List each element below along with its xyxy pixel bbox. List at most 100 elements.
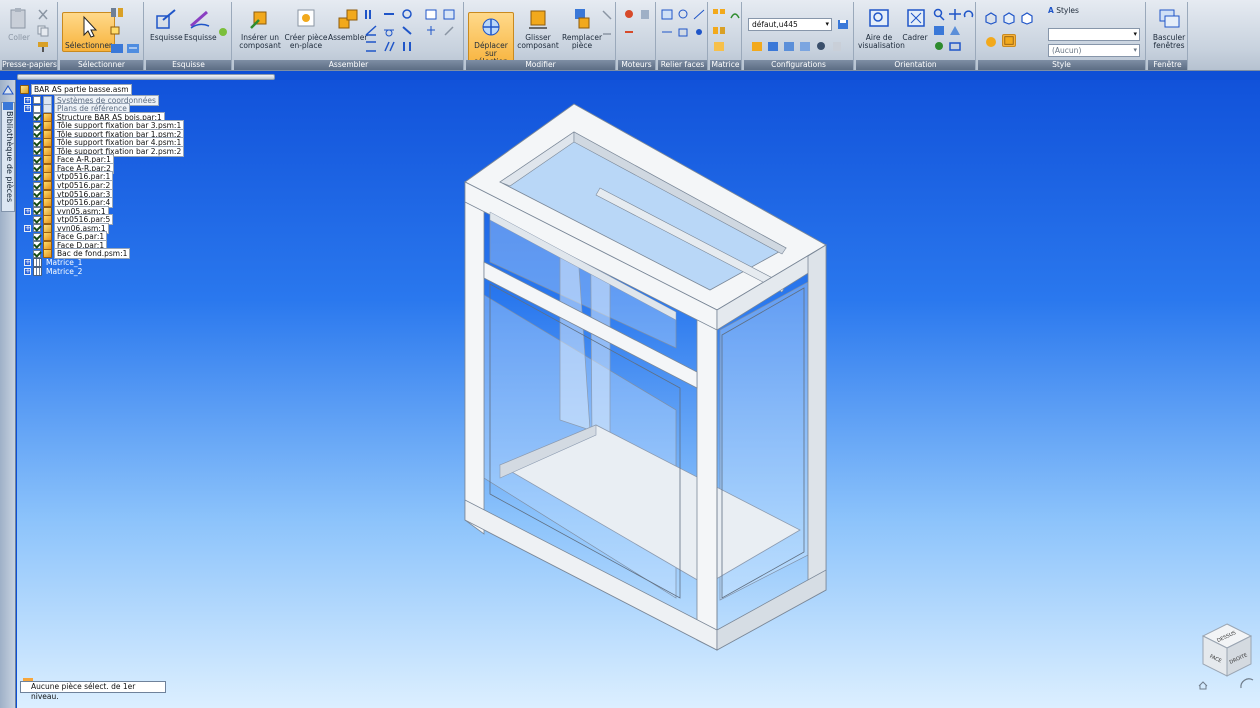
view-style-icon-2[interactable]	[1002, 12, 1016, 25]
face-relate-icon-1[interactable]	[660, 8, 674, 21]
view-style-icon-3[interactable]	[1020, 12, 1034, 25]
select-button[interactable]: Sélectionner	[62, 12, 116, 52]
select-extra-icon[interactable]	[126, 42, 140, 55]
group-label-orientation: Orientation	[856, 60, 975, 70]
expand-icon[interactable]: +	[24, 105, 31, 113]
format-painter-icon[interactable]	[36, 40, 50, 53]
edit-definition-icon[interactable]	[442, 24, 456, 37]
configuration-select[interactable]: défaut,u445 ▾	[748, 18, 832, 31]
modify-extra-icon-2[interactable]	[600, 28, 614, 41]
axial-align-icon[interactable]	[364, 40, 378, 53]
capture-fit-icon[interactable]	[442, 8, 456, 21]
insert-icon[interactable]	[400, 8, 414, 21]
save-configuration-icon[interactable]	[836, 18, 850, 31]
group-label-relate-faces: Relier faces	[658, 60, 707, 70]
tree-item[interactable]: + Matrice_2	[24, 266, 84, 276]
sketch-label-2: Esquisse	[184, 33, 217, 42]
graphics-viewport[interactable]: DESSUS FACE DROITE	[17, 80, 1260, 708]
mirror-icon[interactable]	[712, 24, 726, 37]
orient-icon-3[interactable]	[932, 40, 946, 53]
cam-icon[interactable]	[400, 24, 414, 37]
align-icon[interactable]	[382, 8, 396, 21]
sketch-button-2[interactable]: Esquisse	[184, 6, 217, 42]
style-select-1[interactable]: ▾	[1048, 28, 1140, 41]
paste-button[interactable]: Coller	[6, 6, 32, 42]
switch-windows-button[interactable]: Basculer fenêtres	[1150, 6, 1188, 50]
cursor-arrow-icon	[83, 15, 97, 38]
orient-icon-2[interactable]	[948, 24, 962, 37]
pathfinder-icon[interactable]	[2, 84, 14, 96]
motor-icon[interactable]	[622, 8, 636, 21]
modify-extra-icon[interactable]	[600, 8, 614, 21]
duplicate-icon[interactable]	[712, 40, 726, 53]
config-icon-3[interactable]	[782, 40, 796, 53]
group-assemble: Insérer un composant Créer pièce en-plac…	[234, 2, 464, 70]
group-motors: Moteurs	[618, 2, 656, 70]
fit-button[interactable]: Cadrer	[902, 6, 928, 42]
view-style-icon-1[interactable]	[984, 12, 998, 25]
cut-icon[interactable]	[36, 8, 50, 21]
group-style: A Styles ▾ (Aucun) ▾ Style	[978, 2, 1146, 70]
style-select-2[interactable]: (Aucun) ▾	[1048, 44, 1140, 57]
config-icon-4[interactable]	[798, 40, 812, 53]
relation-assistant-icon[interactable]	[424, 8, 438, 21]
face-relate-icon-6[interactable]	[692, 26, 706, 39]
select-tool-icon[interactable]	[110, 6, 124, 19]
view-area-button[interactable]: Aire de visualisation	[858, 6, 905, 50]
flash-fit-icon[interactable]	[424, 24, 438, 37]
pattern-extra-icon[interactable]	[728, 8, 742, 21]
pattern-icon[interactable]	[712, 8, 726, 21]
group-label-modify: Modifier	[466, 60, 615, 70]
home-icon[interactable]	[1198, 681, 1208, 690]
shaded-edges-icon[interactable]	[1002, 34, 1016, 47]
config-icon-5[interactable]	[814, 40, 828, 53]
expand-icon[interactable]: +	[24, 207, 31, 215]
paste-label: Coller	[8, 33, 30, 42]
tab-parts-library[interactable]: Bibliothèque de pièces	[1, 102, 15, 212]
rotate-view-icon[interactable]	[1240, 678, 1254, 689]
group-window: Basculer fenêtres Fenêtre	[1148, 2, 1188, 70]
orient-icon-1[interactable]	[932, 24, 946, 37]
expand-icon[interactable]: +	[24, 267, 31, 275]
create-inplace-button[interactable]: Créer pièce en-place	[284, 6, 328, 50]
config-icon-2[interactable]	[766, 40, 780, 53]
switch-windows-icon	[1159, 9, 1180, 28]
face-relate-icon-2[interactable]	[676, 8, 690, 21]
sketch-button-1[interactable]: Esquisse	[150, 6, 183, 42]
library-icon[interactable]	[2, 100, 14, 112]
face-relate-icon-5[interactable]	[676, 26, 690, 39]
status-message: Aucune pièce sélect. de 1er niveau.	[20, 678, 166, 701]
select-filter-icon[interactable]	[110, 24, 124, 37]
select-manager-icon[interactable]	[110, 42, 124, 55]
angle-icon[interactable]	[364, 24, 378, 37]
expand-icon[interactable]: +	[24, 96, 31, 104]
motor-extra-icon[interactable]	[622, 26, 636, 39]
mate-icon[interactable]	[364, 8, 378, 21]
zoom-icon[interactable]	[932, 8, 946, 21]
replace-part-button[interactable]: Remplacer pièce	[560, 6, 604, 50]
pathfinder-header[interactable]	[17, 74, 275, 80]
face-relate-icon-3[interactable]	[692, 8, 706, 21]
face-relate-icon-4[interactable]	[660, 26, 674, 39]
tangent-icon[interactable]	[382, 24, 396, 37]
orient-icon-4[interactable]	[948, 40, 962, 53]
simulate-motor-icon[interactable]	[638, 8, 652, 21]
config-icon-6[interactable]	[830, 40, 844, 53]
parallel-icon[interactable]	[382, 40, 396, 53]
tree-root[interactable]: BAR AS partie basse.asm	[20, 83, 132, 95]
view-cube[interactable]: DESSUS FACE DROITE	[1197, 620, 1257, 690]
rotate-icon[interactable]	[962, 8, 976, 21]
assemble-button[interactable]: Assembler	[328, 6, 367, 42]
insert-component-button[interactable]: Insérer un composant	[238, 6, 282, 50]
copy-icon[interactable]	[36, 24, 50, 37]
sketch-extra-icon[interactable]	[216, 26, 230, 39]
expand-icon[interactable]: +	[24, 258, 31, 266]
shaded-icon[interactable]	[984, 36, 998, 49]
group-label-motors: Moteurs	[618, 60, 655, 70]
config-icon-1[interactable]	[750, 40, 764, 53]
drag-component-button[interactable]: Glisser composant	[516, 6, 560, 50]
pan-icon[interactable]	[948, 8, 962, 21]
gear-relation-icon[interactable]	[400, 40, 414, 53]
styles-label[interactable]: A Styles	[1048, 6, 1079, 15]
expand-icon[interactable]: +	[24, 224, 31, 232]
